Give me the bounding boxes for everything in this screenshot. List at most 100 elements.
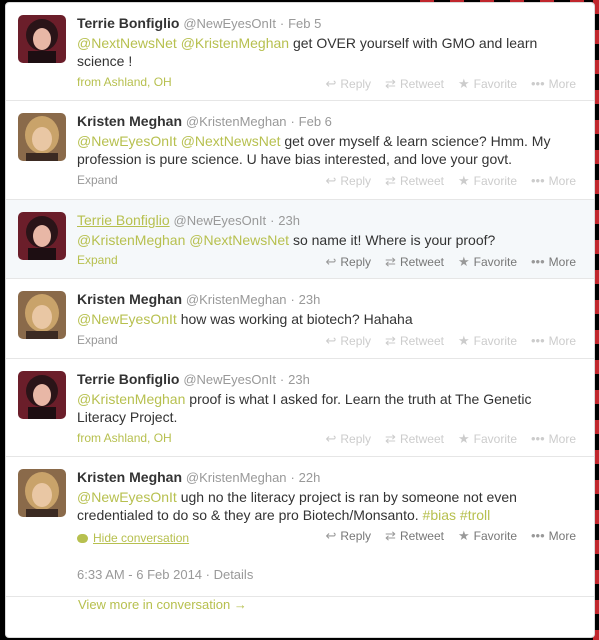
mention-link[interactable]: @KristenMeghan [77,232,185,248]
tweet-actions: ↩ Reply ⇄ Retweet ★ Favorite ••• More [311,529,576,543]
tweet[interactable]: Terrie Bonfiglio @NewEyesOnIt · 23h @Kri… [6,200,594,279]
ellipsis-icon: ••• [531,254,545,269]
tweet-text: @KristenMeghan @NextNewsNet so name it! … [77,231,582,249]
retweet-icon: ⇄ [385,173,396,188]
reply-button[interactable]: ↩ Reply [325,432,371,446]
tweet-time[interactable]: Feb 5 [288,16,321,31]
favorite-button[interactable]: ★ Favorite [458,77,517,91]
favorite-button[interactable]: ★ Favorite [458,529,517,543]
author-name[interactable]: Terrie Bonfiglio [77,212,170,228]
tweet[interactable]: Kristen Meghan @KristenMeghan · 23h @New… [6,279,594,359]
avatar[interactable] [18,15,66,63]
favorite-button[interactable]: ★ Favorite [458,334,517,348]
retweet-button[interactable]: ⇄ Retweet [385,432,444,446]
more-button[interactable]: ••• More [531,432,576,446]
ellipsis-icon: ••• [531,76,545,91]
more-button[interactable]: ••• More [531,174,576,188]
mention-link[interactable]: @NewEyesOnIt [77,133,177,149]
tweet-actions: ↩ Reply ⇄ Retweet ★ Favorite ••• More [311,334,576,348]
reply-icon: ↩ [325,173,337,188]
separator: · [279,372,285,387]
avatar[interactable] [18,469,66,517]
tweet-body: so name it! Where is your proof? [292,232,496,248]
mention-link[interactable]: @NewEyesOnIt [77,489,177,505]
conversation-panel: Terrie Bonfiglio @NewEyesOnIt · Feb 5 @N… [5,2,595,638]
reply-button[interactable]: ↩ Reply [325,334,371,348]
tweet-time[interactable]: Feb 6 [299,114,332,129]
author-handle[interactable]: @KristenMeghan [186,292,287,307]
author-name[interactable]: Kristen Meghan [77,291,182,307]
retweet-button[interactable]: ⇄ Retweet [385,174,444,188]
star-icon: ★ [457,431,470,446]
tweet-text: @NewEyesOnIt @NextNewsNet get over mysel… [77,132,582,168]
reply-icon: ↩ [325,528,337,543]
author-handle[interactable]: @KristenMeghan [186,114,287,129]
favorite-button[interactable]: ★ Favorite [458,255,517,269]
avatar[interactable] [18,113,66,161]
reply-icon: ↩ [325,76,337,91]
favorite-button[interactable]: ★ Favorite [458,174,517,188]
reply-button[interactable]: ↩ Reply [325,529,371,543]
tweet-time[interactable]: 23h [299,292,321,307]
separator: · [290,470,295,485]
retweet-button[interactable]: ⇄ Retweet [385,529,444,543]
mention-link[interactable]: @NextNewsNet [189,232,289,248]
view-more-link[interactable]: View more in conversation → [6,597,594,612]
tweet-header: Kristen Meghan @KristenMeghan · Feb 6 [77,112,582,131]
tweet[interactable]: Terrie Bonfiglio @NewEyesOnIt · 23h @Kri… [6,359,594,457]
mention-link[interactable]: @NewEyesOnIt [77,311,177,327]
separator: · [290,114,295,129]
author-handle[interactable]: @NewEyesOnIt [174,213,267,228]
reply-button[interactable]: ↩ Reply [325,77,371,91]
ellipsis-icon: ••• [531,173,545,188]
mention-link[interactable]: @NextNewsNet [181,133,281,149]
retweet-icon: ⇄ [385,333,396,348]
retweet-icon: ⇄ [385,431,396,446]
more-button[interactable]: ••• More [531,255,576,269]
tweet[interactable]: Terrie Bonfiglio @NewEyesOnIt · Feb 5 @N… [6,3,594,101]
mention-link[interactable]: @KristenMeghan [77,391,185,407]
author-handle[interactable]: @KristenMeghan [186,470,287,485]
tweet[interactable]: Kristen Meghan @KristenMeghan · Feb 6 @N… [6,101,594,200]
retweet-button[interactable]: ⇄ Retweet [385,77,444,91]
tweet-actions: ↩ Reply ⇄ Retweet ★ Favorite ••• More [311,432,576,446]
avatar[interactable] [18,371,66,419]
more-button[interactable]: ••• More [531,529,576,543]
avatar[interactable] [18,291,66,339]
retweet-button[interactable]: ⇄ Retweet [385,334,444,348]
tweet-time[interactable]: 23h [288,372,310,387]
reply-button[interactable]: ↩ Reply [325,174,371,188]
retweet-button[interactable]: ⇄ Retweet [385,255,444,269]
author-name[interactable]: Kristen Meghan [77,113,182,129]
mention-link[interactable]: @KristenMeghan [181,35,289,51]
tweet-actions: ↩ Reply ⇄ Retweet ★ Favorite ••• More [311,174,576,188]
avatar[interactable] [18,212,66,260]
author-name[interactable]: Kristen Meghan [77,469,182,485]
author-handle[interactable]: @NewEyesOnIt [183,372,276,387]
tweet-text: @KristenMeghan proof is what I asked for… [77,390,582,426]
more-button[interactable]: ••• More [531,334,576,348]
author-name[interactable]: Terrie Bonfiglio [77,15,179,31]
separator: · [279,16,285,31]
reply-icon: ↩ [325,431,337,446]
mention-link[interactable]: @NextNewsNet [77,35,177,51]
ellipsis-icon: ••• [531,333,545,348]
author-name[interactable]: Terrie Bonfiglio [77,371,179,387]
separator: · [270,213,275,228]
tweet-time[interactable]: 22h [299,470,321,485]
tweet[interactable]: Kristen Meghan @KristenMeghan · 22h @New… [6,457,594,597]
star-icon: ★ [457,254,470,269]
tweet-header: Terrie Bonfiglio @NewEyesOnIt · 23h [77,370,582,389]
more-button[interactable]: ••• More [531,77,576,91]
tweet-timestamp-details[interactable]: 6:33 AM - 6 Feb 2014 · Details [77,567,582,598]
hashtag-link[interactable]: #troll [460,507,490,523]
tweet-header: Kristen Meghan @KristenMeghan · 22h [77,468,582,487]
tweet-time[interactable]: 23h [278,213,300,228]
tweet-text: @NextNewsNet @KristenMeghan get OVER you… [77,34,582,70]
tweet-body: how was working at biotech? Hahaha [180,311,413,327]
favorite-button[interactable]: ★ Favorite [458,432,517,446]
reply-button[interactable]: ↩ Reply [325,255,371,269]
hashtag-link[interactable]: #bias [423,507,456,523]
author-handle[interactable]: @NewEyesOnIt [183,16,276,31]
speech-bubble-icon [77,533,88,543]
